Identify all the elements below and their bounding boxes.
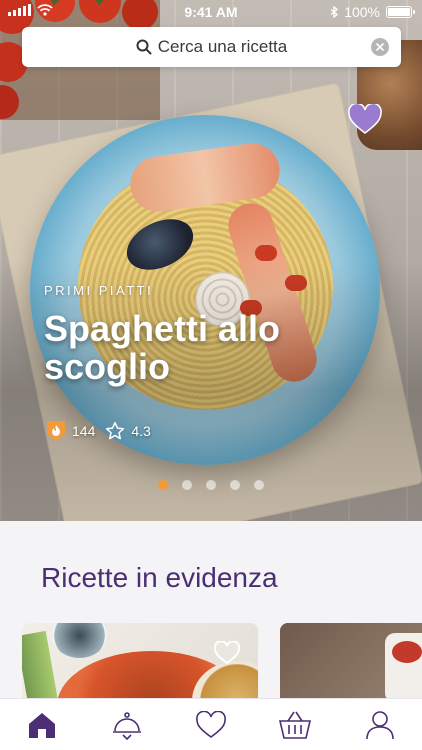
- tab-recipes[interactable]: [105, 705, 149, 745]
- heart-outline-icon[interactable]: [214, 641, 240, 665]
- heart-outline-icon: [196, 710, 226, 738]
- tab-profile[interactable]: [358, 705, 402, 745]
- tomato-chunk: [255, 245, 277, 261]
- hero-carousel[interactable]: PRIMI PIATTI Spaghetti allo scoglio 144 …: [0, 0, 422, 521]
- home-icon: [29, 712, 56, 738]
- bluetooth-icon: [330, 5, 339, 18]
- tab-home[interactable]: [20, 705, 64, 745]
- screen: PRIMI PIATTI Spaghetti allo scoglio 144 …: [0, 0, 422, 750]
- hero-caption[interactable]: PRIMI PIATTI Spaghetti allo scoglio: [44, 283, 344, 386]
- close-icon[interactable]: [371, 38, 389, 56]
- sauce-image: [392, 641, 422, 663]
- pagination-dot[interactable]: [182, 480, 192, 490]
- status-right: 100%: [330, 4, 415, 20]
- status-bar: 9:41 AM 100%: [0, 0, 422, 24]
- user-icon: [365, 710, 394, 739]
- search-placeholder[interactable]: Cerca una ricetta: [158, 37, 287, 57]
- cloche-icon: [112, 711, 141, 740]
- carousel-pagination: [0, 480, 422, 490]
- battery-percent: 100%: [344, 4, 380, 20]
- pagination-dot[interactable]: [230, 480, 240, 490]
- tab-favorites[interactable]: [189, 705, 233, 745]
- battery-icon: [386, 6, 415, 18]
- recipe-stats: 144 4.3: [46, 420, 151, 442]
- calories-stat: 144: [46, 420, 95, 442]
- tab-bar: [0, 698, 422, 750]
- search-icon: [136, 39, 152, 55]
- basket-icon: [279, 711, 312, 739]
- pagination-dot[interactable]: [206, 480, 216, 490]
- section-title-featured: Ricette in evidenza: [41, 562, 278, 593]
- pagination-dot[interactable]: [254, 480, 264, 490]
- recipe-title[interactable]: Spaghetti allo scoglio: [44, 310, 344, 386]
- flame-icon: [47, 421, 65, 441]
- rating-value: 4.3: [131, 423, 151, 439]
- pagination-dot[interactable]: [158, 480, 168, 490]
- rating-stat: 4.3: [105, 421, 151, 441]
- calories-value: 144: [72, 423, 96, 439]
- heart-icon[interactable]: [348, 104, 382, 134]
- search-content: Cerca una ricetta: [136, 37, 287, 57]
- star-icon: [106, 421, 125, 440]
- tab-shopping[interactable]: [273, 705, 317, 745]
- recipe-category: PRIMI PIATTI: [44, 283, 154, 298]
- search-bar[interactable]: Cerca una ricetta: [22, 27, 401, 67]
